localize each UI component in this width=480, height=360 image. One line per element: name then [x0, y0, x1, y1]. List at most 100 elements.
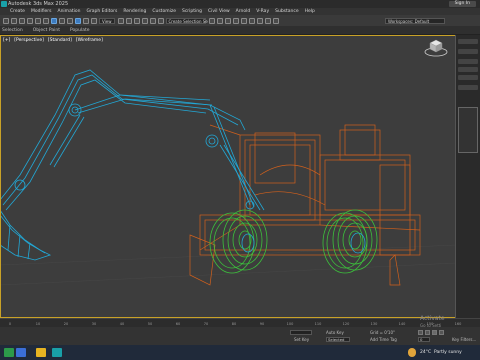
pivot-center-icon[interactable]	[117, 17, 124, 24]
menu-customize[interactable]: Customize	[152, 9, 176, 14]
command-panel-button-3[interactable]	[458, 75, 478, 80]
percent-snap-icon[interactable]	[141, 17, 148, 24]
select-move-icon[interactable]	[75, 17, 81, 24]
go-to-start-icon[interactable]	[418, 330, 423, 335]
select-by-name-icon[interactable]	[59, 17, 65, 24]
tick-label: 0	[8, 322, 12, 326]
ribbon-bar: Selection Object Paint Populate	[0, 26, 480, 35]
menu-bar: Create Modifiers Animation Graph Editors…	[0, 8, 480, 15]
3dsmax-taskbar-icon[interactable]	[52, 348, 62, 357]
viewport-shading-mode[interactable]: [Standard]	[48, 38, 72, 43]
command-panel-tabs[interactable]	[458, 39, 478, 44]
menu-vray[interactable]: V-Ray	[256, 9, 269, 14]
viewport-plus-menu[interactable]: [+]	[3, 38, 10, 43]
undo-icon[interactable]	[3, 17, 9, 24]
tick-label: 10	[35, 322, 41, 326]
menu-scripting[interactable]: Scripting	[182, 9, 202, 14]
auto-key-button[interactable]: Auto Key	[326, 330, 344, 335]
schematic-view-icon[interactable]	[240, 17, 247, 24]
tick-label: 80	[231, 322, 237, 326]
tick-label: 60	[175, 322, 181, 326]
tick-label: 50	[147, 322, 153, 326]
reference-coordinate-dropdown[interactable]: View	[99, 17, 115, 24]
viewcube[interactable]	[424, 37, 448, 59]
render-setup-icon[interactable]	[256, 17, 263, 24]
perspective-viewport[interactable]: [+] [Perspective] [Standard] [Wireframe]	[0, 35, 456, 318]
start-app-icon[interactable]	[4, 348, 14, 357]
tick-label: 90	[259, 322, 265, 326]
file-explorer-icon[interactable]	[36, 348, 46, 357]
play-icon[interactable]	[432, 330, 437, 335]
title-bar: Autodesk 3ds Max 2025 Sign In	[0, 0, 480, 8]
viewport-point-of-view[interactable]: [Perspective]	[14, 38, 44, 43]
menu-help[interactable]: Help	[305, 9, 315, 14]
tick-label: 130	[370, 322, 378, 326]
rendered-frame-icon[interactable]	[264, 17, 271, 24]
material-editor-icon[interactable]	[248, 17, 255, 24]
spinner-snap-icon[interactable]	[149, 17, 156, 24]
named-selection-set-dropdown[interactable]: Create Selection Se	[165, 17, 208, 24]
ribbon-selection[interactable]: Selection	[2, 28, 23, 33]
sign-in-button[interactable]: Sign In	[448, 1, 476, 7]
next-frame-icon[interactable]	[439, 330, 444, 335]
bind-spacewarp-icon[interactable]	[35, 17, 41, 24]
command-panel	[456, 35, 480, 318]
set-key-button[interactable]: Set Key	[294, 337, 309, 342]
command-panel-button-4[interactable]	[458, 85, 478, 90]
selection-filter-icon[interactable]	[43, 17, 49, 24]
key-mode-dropdown[interactable]: Selected	[326, 337, 350, 342]
select-region-icon[interactable]	[67, 17, 73, 24]
tick-label: 20	[63, 322, 69, 326]
menu-create[interactable]: Create	[10, 9, 25, 14]
menu-animation[interactable]: Animation	[58, 9, 81, 14]
menu-arnold[interactable]: Arnold	[236, 9, 251, 14]
redo-icon[interactable]	[11, 17, 17, 24]
key-filters-button[interactable]: Key Filters...	[452, 337, 476, 342]
menu-civil-view[interactable]: Civil View	[208, 9, 230, 14]
app-logo-icon	[1, 1, 7, 7]
menu-graph-editors[interactable]: Graph Editors	[86, 9, 117, 14]
select-object-icon[interactable]	[51, 17, 57, 24]
menu-rendering[interactable]: Rendering	[123, 9, 146, 14]
command-panel-rollout[interactable]	[458, 107, 478, 153]
weather-icon[interactable]	[408, 348, 416, 357]
select-rotate-icon[interactable]	[83, 17, 89, 24]
link-icon[interactable]	[19, 17, 25, 24]
command-panel-button-1[interactable]	[458, 59, 478, 64]
curve-editor-icon[interactable]	[232, 17, 239, 24]
select-scale-icon[interactable]	[91, 17, 97, 24]
command-panel-button-2[interactable]	[458, 67, 478, 72]
layer-explorer-icon[interactable]	[224, 17, 231, 24]
ribbon-populate[interactable]: Populate	[70, 28, 90, 33]
taskbar: 24°C Partly sunny	[0, 345, 480, 360]
snap-toggle-icon[interactable]	[125, 17, 132, 24]
main-toolbar: View Create Selection Se Workspaces: Def…	[0, 15, 480, 26]
viewport-display-mode[interactable]: [Wireframe]	[76, 38, 103, 43]
tick-label: 40	[119, 322, 125, 326]
weather-temperature: 24°C	[420, 350, 432, 355]
tick-label: 110	[314, 322, 322, 326]
search-app-icon[interactable]	[16, 348, 26, 357]
tick-label: 30	[91, 322, 97, 326]
mirror-icon[interactable]	[208, 17, 215, 24]
viewport-label-menu[interactable]: [+] [Perspective] [Standard] [Wireframe]	[3, 38, 103, 43]
edit-named-selection-icon[interactable]	[157, 17, 164, 24]
menu-modifiers[interactable]: Modifiers	[31, 9, 52, 14]
grid-size-label: Grid = 0'10"	[370, 330, 395, 335]
tick-label: 70	[203, 322, 209, 326]
current-frame-field[interactable]: 0	[418, 337, 430, 342]
workspace-dropdown[interactable]: Workspaces: Default	[385, 18, 445, 24]
command-panel-category[interactable]	[458, 49, 478, 54]
previous-frame-icon[interactable]	[425, 330, 430, 335]
menu-substance[interactable]: Substance	[275, 9, 299, 14]
add-time-tag-button[interactable]: Add Time Tag	[370, 337, 397, 342]
ribbon-object-paint[interactable]: Object Paint	[33, 28, 60, 33]
align-icon[interactable]	[216, 17, 223, 24]
activate-windows-watermark: Activate	[420, 315, 445, 322]
render-icon[interactable]	[272, 17, 279, 24]
script-listener-field[interactable]	[290, 330, 312, 335]
app-window: Autodesk 3ds Max 2025 Sign In Create Mod…	[0, 0, 480, 360]
unlink-icon[interactable]	[27, 17, 33, 24]
timeline-track[interactable]: 0 10 20 30 40 50 60 70 80 90 100 110 120…	[0, 318, 480, 327]
angle-snap-icon[interactable]	[133, 17, 140, 24]
